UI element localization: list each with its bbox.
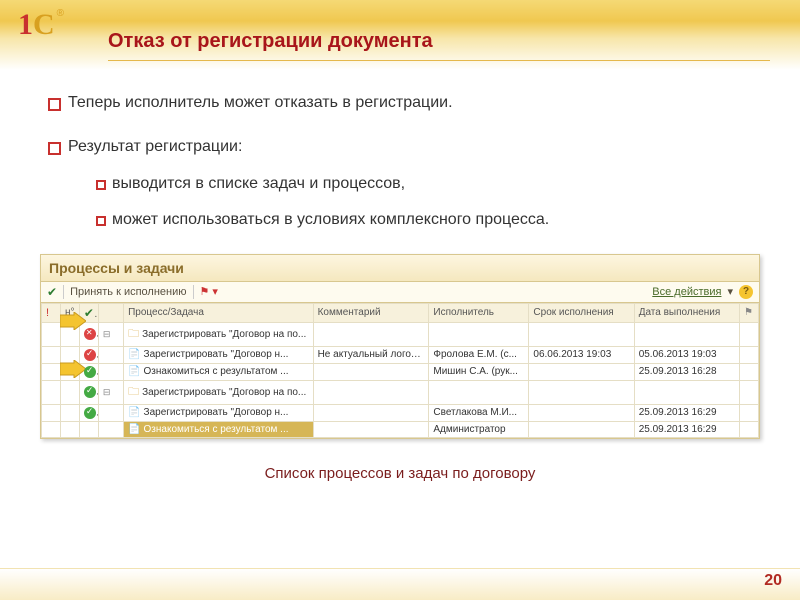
sub-list: выводится в списке задач и процессов, мо… [96, 173, 752, 232]
table-row[interactable]: 📄Ознакомиться с результатом ... Администр… [42, 421, 759, 437]
col-due[interactable]: Срок исполнения [529, 303, 634, 322]
accept-button[interactable]: Принять к исполнению [70, 286, 186, 298]
screenshot-panel-wrap: Процессы и задачи ✔ Принять к исполнению… [40, 254, 760, 439]
comment-cell [313, 421, 429, 437]
bullet-text: Результат регистрации: [68, 138, 242, 155]
status-cell [79, 404, 98, 421]
bullet-text: Теперь исполнитель может отказать в реги… [68, 94, 453, 111]
executor-cell [429, 322, 529, 346]
flag-dropdown-icon[interactable]: ⚑ ▾ [200, 285, 218, 298]
task-cell: 📄Ознакомиться с результатом ... [124, 421, 314, 437]
done-cell: 25.09.2013 16:28 [634, 363, 739, 380]
executor-cell: Светлакова М.И... [429, 404, 529, 421]
header-banner: 1C® Отказ от регистрации документа [0, 0, 800, 70]
processes-table: ! н° ✔ Процесс/Задача Комментарий Исполн… [41, 303, 759, 438]
done-cell: 05.06.2013 19:03 [634, 346, 739, 363]
col-executor[interactable]: Исполнитель [429, 303, 529, 322]
due-cell [529, 404, 634, 421]
task-cell: 📄Зарегистрировать "Договор н... [124, 404, 314, 421]
callout-arrow-icon [60, 312, 86, 330]
sub-bullet-item: может использоваться в условиях комплекс… [96, 209, 752, 231]
dropdown-icon[interactable]: ▾ [727, 285, 733, 298]
col-task[interactable]: Процесс/Задача [124, 303, 314, 322]
col-flag[interactable]: ! [42, 303, 61, 322]
task-cell: 🗀Зарегистрировать "Договор на по... [124, 322, 314, 346]
processes-panel: Процессы и задачи ✔ Принять к исполнению… [40, 254, 760, 439]
due-cell [529, 363, 634, 380]
table-header-row: ! н° ✔ Процесс/Задача Комментарий Исполн… [42, 303, 759, 322]
slide-title: Отказ от регистрации документа [108, 30, 433, 53]
sub-bullet-text: может использоваться в условиях комплекс… [112, 211, 549, 228]
separator [63, 285, 64, 299]
title-underline [108, 60, 770, 61]
comment-cell [313, 363, 429, 380]
callout-arrow-icon [60, 360, 86, 378]
sub-bullet-item: выводится в списке задач и процессов, [96, 173, 752, 195]
panel-caption: Список процессов и задач по договору [0, 465, 800, 482]
tree-cell[interactable]: ⊟ [98, 380, 123, 404]
done-cell: 25.09.2013 16:29 [634, 404, 739, 421]
tree-cell[interactable] [98, 346, 123, 363]
panel-toolbar: ✔ Принять к исполнению ⚑ ▾ Все действия … [41, 282, 759, 303]
all-actions-link[interactable]: Все действия [652, 286, 721, 298]
sub-bullet-text: выводится в списке задач и процессов, [112, 175, 405, 192]
due-cell: 06.06.2013 19:03 [529, 346, 634, 363]
tree-cell[interactable] [98, 363, 123, 380]
comment-cell [313, 380, 429, 404]
col-tree[interactable] [98, 303, 123, 322]
done-cell: 25.09.2013 16:29 [634, 421, 739, 437]
done-cell [634, 322, 739, 346]
table-row[interactable]: ⊟🗀Зарегистрировать "Договор на по... [42, 322, 759, 346]
bullet-list: Теперь исполнитель может отказать в реги… [48, 92, 752, 232]
bottom-band [0, 568, 800, 600]
due-cell [529, 380, 634, 404]
status-cell [79, 421, 98, 437]
executor-cell [429, 380, 529, 404]
executor-cell: Администратор [429, 421, 529, 437]
accept-icon[interactable]: ✔ [47, 285, 57, 299]
status-cell [79, 380, 98, 404]
tree-cell[interactable]: ⊟ [98, 322, 123, 346]
panel-title: Процессы и задачи [41, 255, 759, 282]
tree-cell[interactable] [98, 404, 123, 421]
task-cell: 📄Зарегистрировать "Договор н... [124, 346, 314, 363]
page-number: 20 [764, 572, 782, 590]
content-area: Теперь исполнитель может отказать в реги… [0, 70, 800, 232]
comment-cell: Не актуальный логотип. [313, 346, 429, 363]
executor-cell: Фролова Е.М. (с... [429, 346, 529, 363]
due-cell [529, 421, 634, 437]
due-cell [529, 322, 634, 346]
bullet-item: Результат регистрации: выводится в списк… [48, 136, 752, 231]
help-icon[interactable]: ? [739, 285, 753, 299]
col-done[interactable]: Дата выполнения [634, 303, 739, 322]
executor-cell: Мишин С.А. (рук... [429, 363, 529, 380]
logo-1c: 1C® [18, 8, 76, 52]
task-cell: 🗀Зарегистрировать "Договор на по... [124, 380, 314, 404]
separator [193, 285, 194, 299]
col-comment[interactable]: Комментарий [313, 303, 429, 322]
tree-cell[interactable] [98, 421, 123, 437]
bullet-item: Теперь исполнитель может отказать в реги… [48, 92, 752, 114]
table-row[interactable]: 📄Зарегистрировать "Договор н...Не актуал… [42, 346, 759, 363]
task-cell: 📄Ознакомиться с результатом ... [124, 363, 314, 380]
table-row[interactable]: ⊟🗀Зарегистрировать "Договор на по... [42, 380, 759, 404]
comment-cell [313, 404, 429, 421]
table-row[interactable]: 📄Ознакомиться с результатом ... Мишин С.А… [42, 363, 759, 380]
col-last-flag[interactable]: ⚑ [739, 303, 758, 322]
table-row[interactable]: 📄Зарегистрировать "Договор н... Светлаков… [42, 404, 759, 421]
comment-cell [313, 322, 429, 346]
done-cell [634, 380, 739, 404]
